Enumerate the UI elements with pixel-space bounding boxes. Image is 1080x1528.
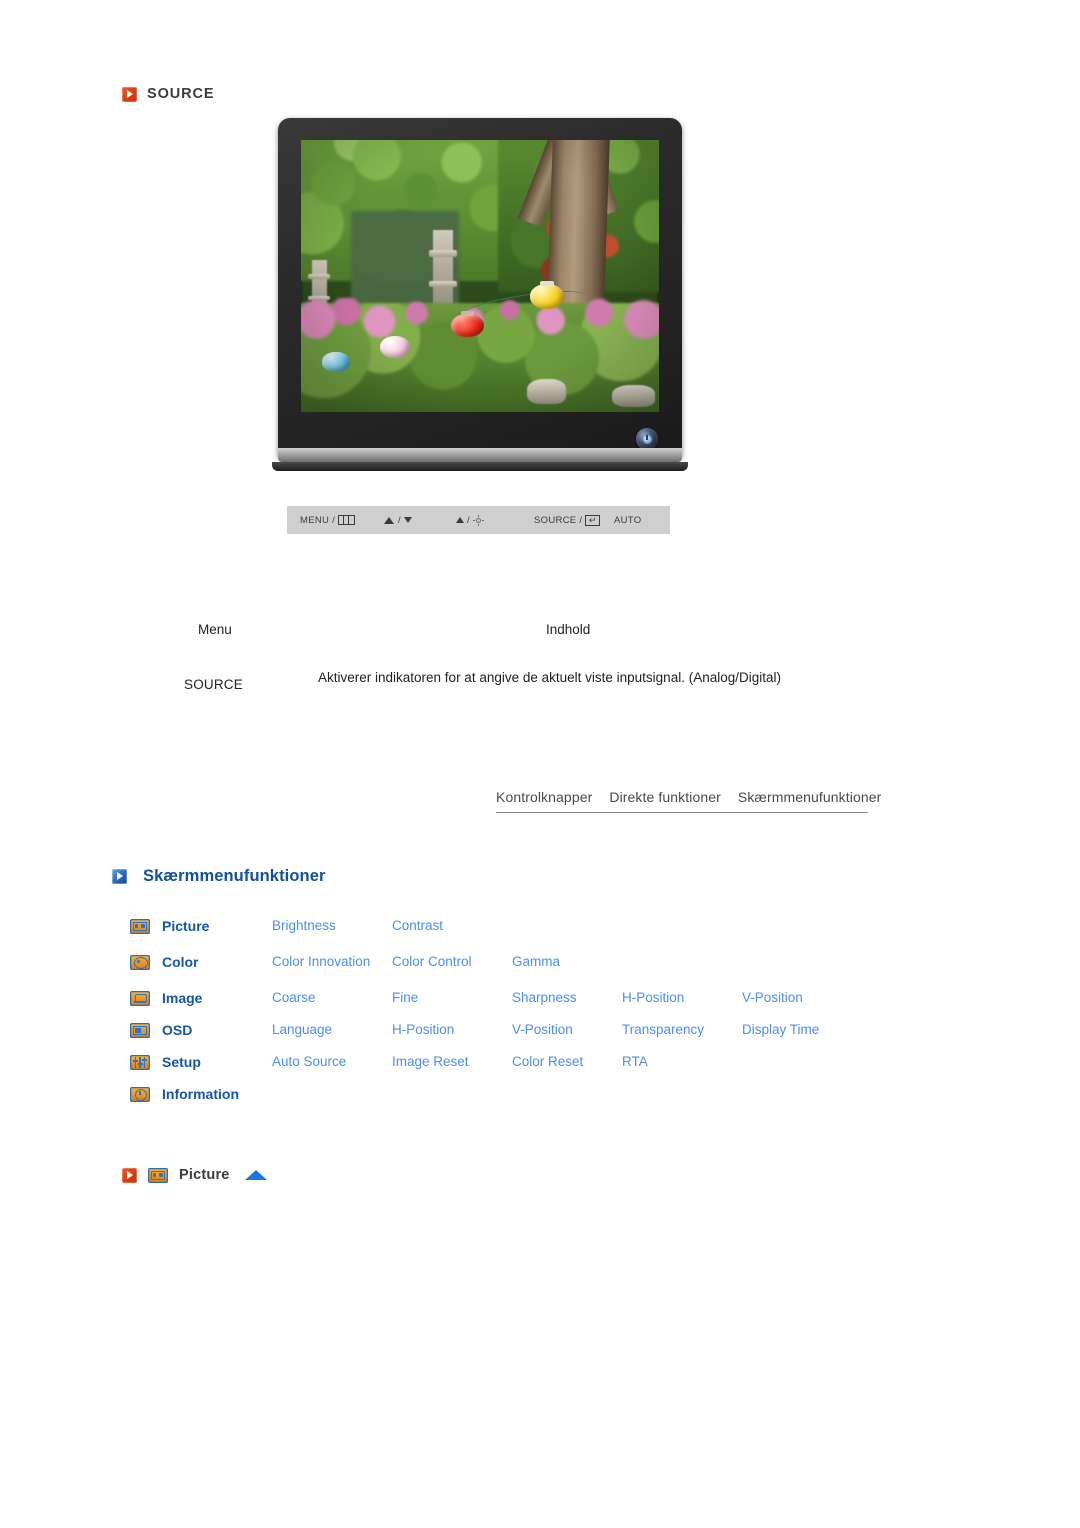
- osd-item-transparency[interactable]: Transparency: [622, 1022, 742, 1038]
- osd-item-display-time[interactable]: Display Time: [742, 1022, 862, 1038]
- osd-row-osd: OSD Language H-Position V-Position Trans…: [130, 1014, 890, 1046]
- monitor-bezel: [278, 118, 682, 458]
- control-key-auto-label: AUTO: [614, 514, 642, 526]
- power-button[interactable]: [636, 428, 658, 450]
- osd-item-fine[interactable]: Fine: [392, 990, 512, 1006]
- osd-category-image[interactable]: Image: [162, 990, 272, 1006]
- setup-icon: [130, 1054, 150, 1070]
- source-section-header: SOURCE: [122, 86, 214, 102]
- control-key-brightness-up[interactable]: /: [456, 514, 534, 526]
- control-key-menu[interactable]: MENU /: [300, 515, 384, 526]
- triangle-up-icon: [456, 517, 464, 523]
- osd-row-image: Image Coarse Fine Sharpness H-Position V…: [130, 982, 890, 1014]
- blue-arrow-icon: [112, 869, 127, 884]
- red-arrow-icon: [122, 86, 137, 102]
- monitor-stand-neck: [278, 448, 682, 462]
- control-key-volume-down[interactable]: /: [384, 515, 456, 526]
- osd-row-setup: Setup Auto Source Image Reset Color Rese…: [130, 1046, 890, 1078]
- volume-icon: [384, 516, 395, 524]
- osd-category-picture[interactable]: Picture: [162, 918, 272, 934]
- information-icon: [130, 1086, 150, 1102]
- osd-item-auto-source[interactable]: Auto Source: [272, 1054, 392, 1070]
- triangle-down-icon: [403, 517, 412, 523]
- control-key-slash-2: /: [467, 514, 470, 526]
- tab-direkte-funktioner[interactable]: Direkte funktioner: [609, 789, 721, 805]
- osd-row-picture: Picture Brightness Contrast: [130, 910, 890, 942]
- control-key-menu-label: MENU /: [300, 514, 336, 526]
- picture-icon: [148, 1167, 168, 1183]
- osd-function-grid: Picture Brightness Contrast Color Color …: [130, 910, 890, 1110]
- table-row-label-source: SOURCE: [184, 677, 243, 692]
- control-key-source-label: SOURCE /: [534, 514, 583, 526]
- tab-kontrolknapper[interactable]: Kontrolknapper: [496, 789, 592, 805]
- monitor-screen-photo: [301, 140, 659, 412]
- table-row-description: Aktiverer indikatoren for at angive de a…: [318, 670, 781, 685]
- osd-item-gamma[interactable]: Gamma: [512, 954, 622, 970]
- monitor-base: [272, 462, 688, 471]
- menu-grid-icon: [338, 515, 356, 525]
- table-header-content: Indhold: [546, 622, 591, 637]
- screen-vignette: [301, 140, 659, 412]
- control-key-source-enter[interactable]: SOURCE / ↵: [534, 514, 614, 526]
- source-section-title: SOURCE: [147, 86, 215, 102]
- enter-key-icon: ↵: [585, 514, 601, 526]
- picture-icon: [130, 918, 150, 934]
- osd-item-color-reset[interactable]: Color Reset: [512, 1054, 622, 1070]
- red-arrow-icon: [122, 1167, 137, 1183]
- table-header-menu: Menu: [198, 622, 232, 637]
- osd-section-heading: Skærmmenufunktioner: [112, 867, 326, 886]
- brightness-sun-icon: [472, 514, 484, 526]
- image-icon: [130, 990, 150, 1006]
- osd-item-v-position[interactable]: V-Position: [512, 1022, 622, 1038]
- monitor-illustration: [272, 118, 688, 478]
- tab-skaermmenufunktioner[interactable]: Skærmmenufunktioner: [738, 789, 882, 805]
- osd-item-rta[interactable]: RTA: [622, 1054, 742, 1070]
- picture-subsection-label: Picture: [122, 1167, 267, 1183]
- osd-item-h-position[interactable]: H-Position: [392, 1022, 512, 1038]
- control-key-slash-1: /: [398, 514, 401, 526]
- osd-item-language[interactable]: Language: [272, 1022, 392, 1038]
- osd-section-title: Skærmmenufunktioner: [143, 867, 326, 885]
- scroll-to-top-arrow-icon[interactable]: [244, 1170, 267, 1180]
- osd-category-setup[interactable]: Setup: [162, 1054, 272, 1070]
- garden-photo: [301, 140, 659, 412]
- osd-category-osd[interactable]: OSD: [162, 1022, 272, 1038]
- control-key-auto[interactable]: AUTO: [614, 515, 641, 526]
- osd-item-h-position[interactable]: H-Position: [622, 990, 742, 1006]
- osd-category-information[interactable]: Information: [162, 1086, 272, 1102]
- section-tabs: Kontrolknapper Direkte funktioner Skærmm…: [496, 789, 881, 813]
- osd-item-color-control[interactable]: Color Control: [392, 954, 512, 970]
- osd-item-v-position[interactable]: V-Position: [742, 990, 862, 1006]
- osd-item-color-innovation[interactable]: Color Innovation: [272, 954, 392, 970]
- osd-row-color: Color Color Innovation Color Control Gam…: [130, 942, 890, 982]
- osd-item-sharpness[interactable]: Sharpness: [512, 990, 622, 1006]
- osd-item-image-reset[interactable]: Image Reset: [392, 1054, 512, 1070]
- color-icon: [130, 954, 150, 970]
- osd-item-contrast[interactable]: Contrast: [392, 918, 512, 934]
- osd-category-color[interactable]: Color: [162, 954, 272, 970]
- osd-item-brightness[interactable]: Brightness: [272, 918, 392, 934]
- power-icon: [642, 434, 652, 444]
- osd-item-coarse[interactable]: Coarse: [272, 990, 392, 1006]
- osd-icon: [130, 1022, 150, 1038]
- osd-row-information: Information: [130, 1078, 890, 1110]
- monitor-control-key-bar: MENU / / / SOURCE / ↵ AUTO: [287, 506, 670, 534]
- picture-subsection-title: Picture: [179, 1167, 230, 1183]
